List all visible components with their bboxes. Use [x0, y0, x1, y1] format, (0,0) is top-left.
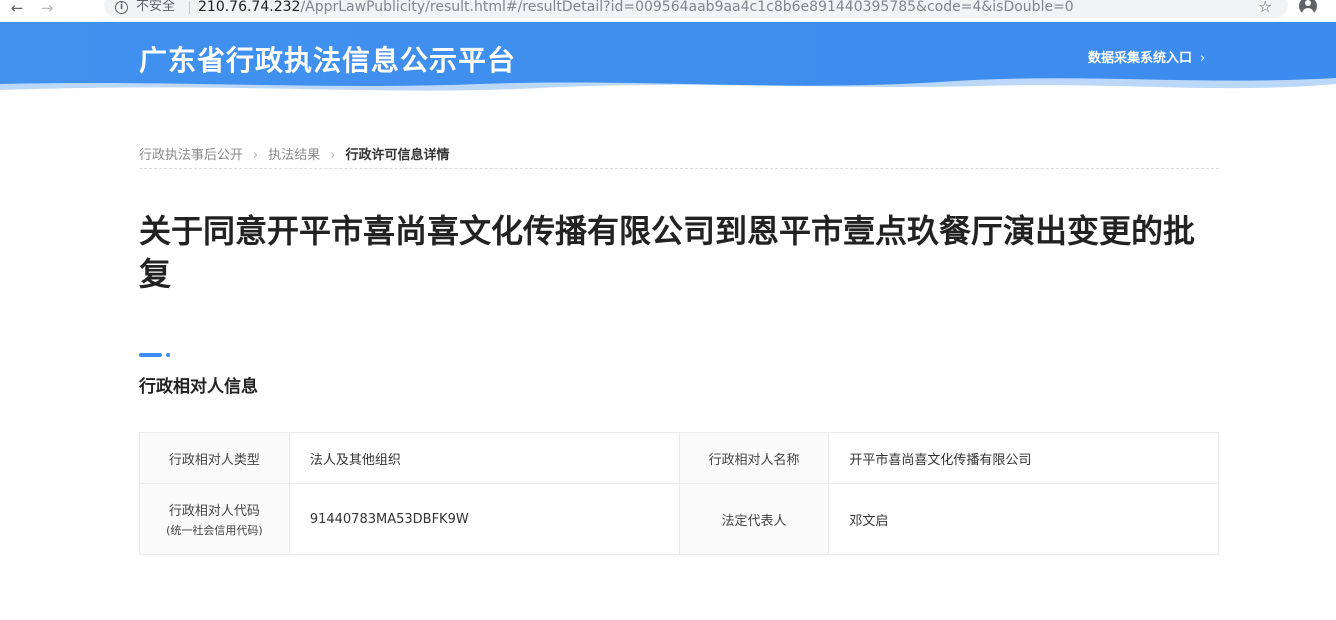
chevron-right-icon: › [253, 148, 259, 163]
code-sublabel: (统一社会信用代码) [166, 524, 263, 537]
data-collection-entry-link[interactable]: 数据采集系统入口 › [1088, 47, 1205, 66]
page-title: 关于同意开平市喜尚喜文化传播有限公司到恩平市壹点玖餐厅演出变更的批复 [139, 212, 1196, 293]
name-value: 开平市喜尚喜文化传播有限公司 [828, 432, 1219, 484]
type-value: 法人及其他组织 [288, 432, 680, 484]
code-value: 91440783MA53DBFK9W [288, 483, 680, 555]
address-bar[interactable]: i 不安全 210.76.74.232/ApprLawPublicity/res… [104, 0, 1288, 18]
name-label: 行政相对人名称 [678, 432, 830, 484]
table-row: 行政相对人类型 法人及其他组织 行政相对人名称 开平市喜尚喜文化传播有限公司 [139, 432, 1219, 484]
site-header: 广东省行政执法信息公示平台 数据采集系统入口 › [0, 22, 1336, 106]
account-icon[interactable] [1299, 0, 1317, 15]
url-path: /ApprLawPublicity/result.html#/resultDet… [300, 0, 1074, 15]
legal-rep-label: 法定代表人 [678, 483, 830, 555]
url-text[interactable]: 210.76.74.232/ApprLawPublicity/result.ht… [198, 0, 1074, 15]
table-row: 行政相对人代码 (统一社会信用代码) 91440783MA53DBFK9W 法定代… [139, 483, 1219, 555]
counterparty-info-table: 行政相对人类型 法人及其他组织 行政相对人名称 开平市喜尚喜文化传播有限公司 行… [139, 432, 1219, 555]
bookmark-star-icon[interactable]: ☆ [1258, 0, 1272, 16]
browser-toolbar: ← → i 不安全 210.76.74.232/ApprLawPublicity… [0, 0, 1336, 22]
section-accent-dot [166, 353, 170, 357]
code-label: 行政相对人代码 [168, 504, 260, 519]
info-icon[interactable]: i [115, 1, 128, 14]
code-label-cell: 行政相对人代码 (统一社会信用代码) [139, 483, 290, 555]
address-separator [189, 1, 190, 14]
chevron-right-icon: › [330, 148, 336, 163]
forward-arrow-icon[interactable]: → [38, 0, 56, 18]
section-accent-bar [139, 353, 162, 357]
legal-rep-value: 邓文启 [828, 483, 1219, 555]
breadcrumb-item-results[interactable]: 执法结果 [268, 148, 320, 163]
back-arrow-icon[interactable]: ← [8, 0, 26, 18]
chevron-right-icon: › [1200, 51, 1206, 66]
url-host: 210.76.74.232 [198, 0, 301, 15]
breadcrumb: 行政执法事后公开 › 执法结果 › 行政许可信息详情 [139, 144, 1219, 169]
type-label: 行政相对人类型 [139, 432, 290, 484]
data-entry-label: 数据采集系统入口 [1088, 51, 1193, 66]
breadcrumb-item-enforcement-public[interactable]: 行政执法事后公开 [139, 148, 243, 163]
site-title[interactable]: 广东省行政执法信息公示平台 [139, 39, 516, 79]
security-label[interactable]: 不安全 [136, 0, 175, 15]
section-title: 行政相对人信息 [139, 377, 258, 397]
breadcrumb-current: 行政许可信息详情 [345, 148, 450, 163]
